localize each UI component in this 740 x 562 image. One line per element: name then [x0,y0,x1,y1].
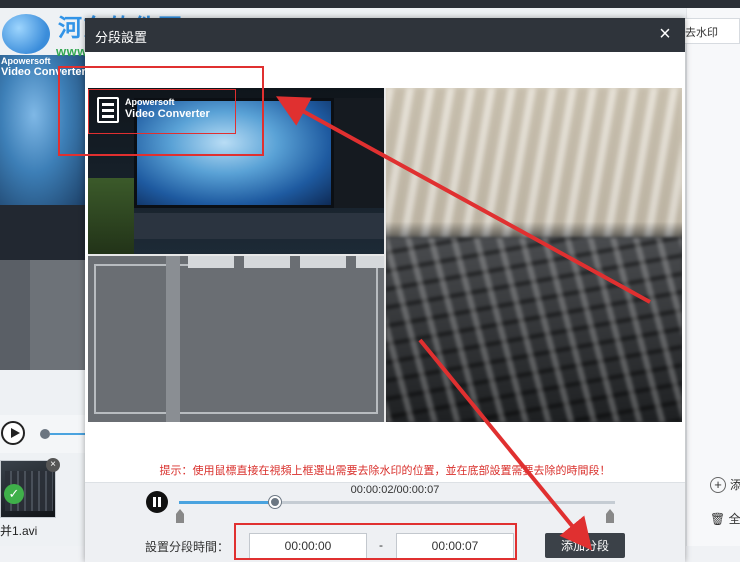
background-slider-knob[interactable] [40,429,50,439]
close-icon[interactable]: × [653,23,677,47]
background-play-icon[interactable] [1,421,25,445]
progress-knob[interactable] [268,496,281,508]
video-frame-keyboard [386,88,682,422]
dialog-title: 分段設置 [95,30,148,45]
trash-icon: 🗑 [710,512,726,526]
current-time: 00:00:02/00:00:07 [350,484,440,496]
plus-icon: + [710,477,726,493]
annotation-highlight-box [58,66,264,156]
segment-time-label: 設置分段時間： [145,540,230,554]
background-slider-track[interactable] [50,433,85,435]
progress-fill [179,501,275,504]
pause-icon[interactable] [146,491,168,513]
hint-text: 提示：使用鼠標直接在視頻上框選出需要去除水印的位置，並在底部設置需要去除的時間段… [159,465,611,477]
watermark-logo-icon [2,14,50,54]
dialog-header: 分段設置 × [85,18,685,52]
delete-all-button[interactable]: 🗑 全 [710,510,740,527]
file-name: 并1.avi [0,524,38,538]
watermark-search-tab[interactable]: 去水印 [676,18,740,44]
remove-file-icon[interactable]: × [46,458,60,472]
check-icon: ✓ [4,484,24,504]
delete-label: 全 [728,512,740,526]
video-frame-gray [88,256,384,422]
time-inputs-highlight [234,523,517,560]
add-segment-button[interactable]: 添加分段 [545,533,625,558]
add-label: 添 [730,478,740,492]
add-button[interactable]: + 添 [710,476,740,493]
